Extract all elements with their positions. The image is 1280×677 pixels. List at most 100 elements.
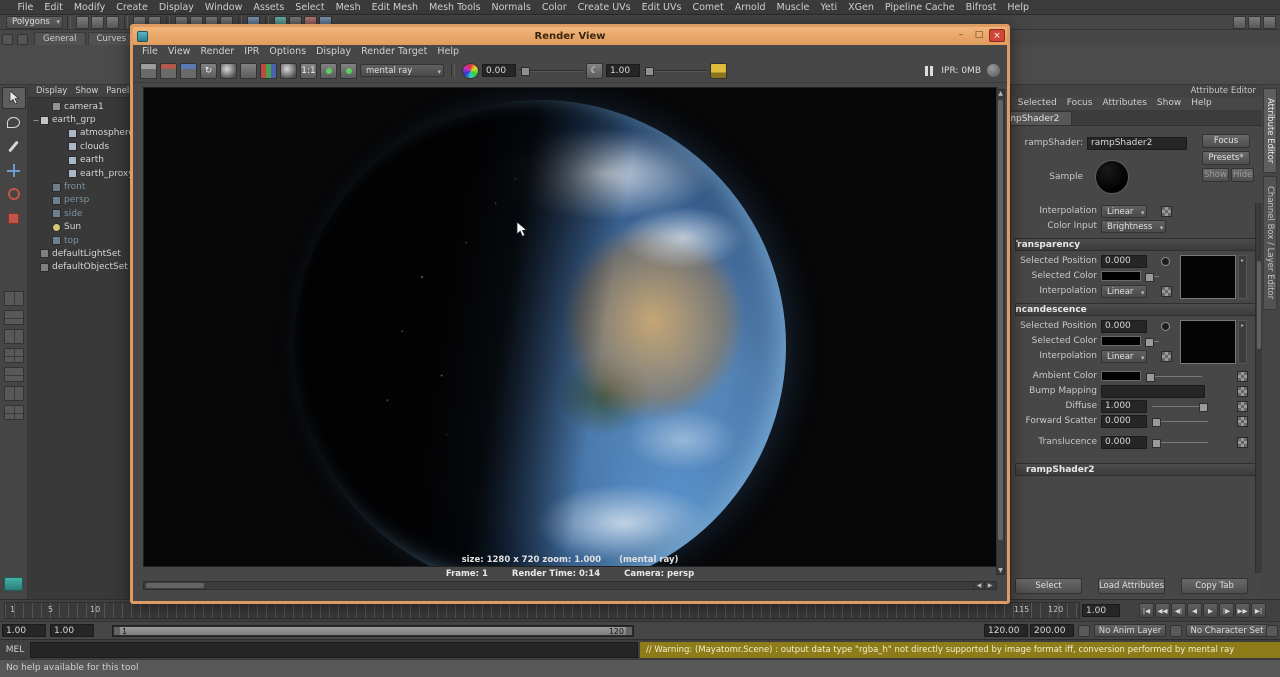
outliner-item[interactable]: earth: [28, 154, 129, 167]
layout-two-pane-stacked-button[interactable]: [3, 310, 24, 325]
scale-tool-button[interactable]: [2, 207, 26, 229]
color-slider[interactable]: [1145, 272, 1159, 282]
ramp-handle-icon[interactable]: [1161, 256, 1170, 266]
exposure-slider[interactable]: [519, 66, 583, 76]
translucence-field[interactable]: [1101, 435, 1147, 449]
exposure-field[interactable]: [482, 64, 516, 77]
show-button[interactable]: Show: [1202, 168, 1229, 182]
outliner-item[interactable]: earth_proxy: [28, 167, 134, 180]
menubar-item[interactable]: Yeti: [815, 0, 843, 15]
incandescence-ramp-preview[interactable]: [1180, 320, 1236, 364]
minimize-button[interactable]: –: [953, 29, 969, 42]
new-scene-icon[interactable]: [75, 15, 89, 29]
menubar-item[interactable]: Comet: [687, 0, 729, 15]
panel-layout-icon[interactable]: [4, 577, 23, 591]
playback-button[interactable]: |◀: [1139, 603, 1154, 618]
alpha-channel-icon[interactable]: [280, 62, 297, 79]
attribute-editor-scrollbar[interactable]: [1255, 203, 1262, 573]
forward-scatter-slider[interactable]: [1152, 417, 1208, 427]
map-button-icon[interactable]: [1161, 205, 1173, 217]
scroll-left-arrow[interactable]: ◀: [973, 582, 984, 589]
notes-section-header[interactable]: rampShader2: [1015, 463, 1256, 476]
menubar-item[interactable]: Edit Mesh: [366, 0, 423, 15]
attribute-editor-menu-item[interactable]: Attributes: [1097, 97, 1151, 110]
attribute-editor-toggle-icon[interactable]: [1248, 16, 1261, 29]
menubar-item[interactable]: Mesh Tools: [424, 0, 486, 15]
selected-position-field[interactable]: [1101, 254, 1147, 268]
lasso-tool-button[interactable]: [2, 111, 26, 133]
layout-single-pane-button[interactable]: [3, 291, 24, 306]
ramp-side-strip[interactable]: ▸: [1238, 255, 1247, 299]
gamma-slider[interactable]: [643, 66, 707, 76]
menubar-item[interactable]: Muscle: [771, 0, 815, 15]
sidebar-tab-attribute-editor[interactable]: Attribute Editor: [1263, 88, 1277, 174]
attribute-editor-menu-item[interactable]: Focus: [1062, 97, 1098, 110]
open-scene-icon[interactable]: [90, 15, 104, 29]
attribute-editor-menu-item[interactable]: Show: [1152, 97, 1186, 110]
render-view-menu-item[interactable]: Options: [264, 45, 311, 59]
menubar-item[interactable]: Edit UVs: [636, 0, 687, 15]
focus-button[interactable]: Focus: [1202, 134, 1250, 148]
incandescence-section-header[interactable]: Incandescence: [1015, 303, 1256, 316]
rotate-tool-button[interactable]: [2, 183, 26, 205]
ambient-color-swatch[interactable]: [1101, 371, 1141, 381]
scroll-up-arrow[interactable]: ▲: [997, 90, 1004, 97]
command-language-toggle[interactable]: MEL: [0, 640, 30, 660]
selected-color-swatch[interactable]: [1101, 271, 1141, 281]
map-button-icon[interactable]: [1237, 370, 1248, 382]
character-set-button[interactable]: No Character Set: [1186, 624, 1268, 637]
map-button-icon[interactable]: [1237, 400, 1248, 412]
playback-button[interactable]: |▶: [1219, 603, 1234, 618]
snapshot-icon[interactable]: [220, 62, 237, 79]
attribute-editor-menu-item[interactable]: Selected: [1013, 97, 1062, 110]
color-slider[interactable]: [1145, 337, 1159, 347]
ramp-interpolation-dropdown[interactable]: Linear: [1101, 349, 1148, 364]
playback-start-field[interactable]: [50, 624, 94, 637]
outliner-item[interactable]: camera1: [28, 100, 129, 113]
menubar-item[interactable]: Modify: [68, 0, 110, 15]
menubar-item[interactable]: Pipeline Cache: [879, 0, 960, 15]
outliner-item[interactable]: top: [28, 234, 129, 247]
menubar-item[interactable]: Color: [536, 0, 572, 15]
render-view-menu-item[interactable]: Display: [311, 45, 356, 59]
shader-name-field[interactable]: [1087, 136, 1187, 150]
modeling-toolkit-toggle-icon[interactable]: [1233, 16, 1246, 29]
rgb-channels-icon[interactable]: [260, 62, 277, 79]
renderer-dropdown[interactable]: mental ray: [360, 64, 444, 78]
layout-persp-graph-button[interactable]: [3, 386, 24, 401]
character-set-icon[interactable]: [1170, 625, 1182, 637]
menubar-item[interactable]: Help: [1002, 0, 1035, 15]
bump-mapping-field[interactable]: [1101, 384, 1205, 398]
shelf-tab[interactable]: Curves: [87, 32, 136, 45]
pause-ipr-icon[interactable]: [923, 64, 936, 77]
menubar-item[interactable]: Mesh: [330, 0, 366, 15]
ramp-handle-icon[interactable]: [1161, 321, 1170, 331]
layout-four-pane-button[interactable]: [3, 348, 24, 363]
render-view-menu-item[interactable]: Render Target: [356, 45, 432, 59]
outliner-item[interactable]: clouds: [28, 140, 129, 153]
interpolation-dropdown[interactable]: Linear: [1101, 204, 1148, 219]
color-management-icon[interactable]: [462, 62, 479, 79]
paint-bucket-icon[interactable]: [710, 62, 727, 79]
horizontal-scrollbar-thumb[interactable]: [146, 583, 204, 588]
gamma-field[interactable]: [606, 64, 640, 77]
ipr-render-icon[interactable]: [180, 62, 197, 79]
hide-button[interactable]: Hide: [1230, 168, 1255, 182]
menubar-item[interactable]: Edit: [39, 0, 68, 15]
menubar-item[interactable]: Select: [290, 0, 330, 15]
color-input-dropdown[interactable]: Brightness: [1101, 219, 1167, 234]
vertical-scrollbar-thumb[interactable]: [998, 100, 1003, 540]
channel-box-toggle-icon[interactable]: [1263, 16, 1276, 29]
scroll-right-arrow[interactable]: ▶: [984, 582, 995, 589]
menubar-item[interactable]: Create UVs: [572, 0, 636, 15]
range-slider-bar[interactable]: 1 120: [114, 627, 632, 636]
animation-start-field[interactable]: [2, 624, 46, 637]
sidebar-tab-channel-box[interactable]: Channel Box / Layer Editor: [1263, 176, 1277, 310]
keep-image-icon[interactable]: [320, 62, 337, 79]
scroll-down-arrow[interactable]: ▼: [997, 567, 1004, 574]
playback-button[interactable]: ◀|: [1171, 603, 1186, 618]
one-to-one-button[interactable]: 1:1: [300, 62, 317, 79]
close-button[interactable]: ×: [989, 29, 1005, 42]
selected-position-field[interactable]: [1101, 319, 1147, 333]
render-view-titlebar[interactable]: Render View – □ ×: [133, 27, 1007, 45]
